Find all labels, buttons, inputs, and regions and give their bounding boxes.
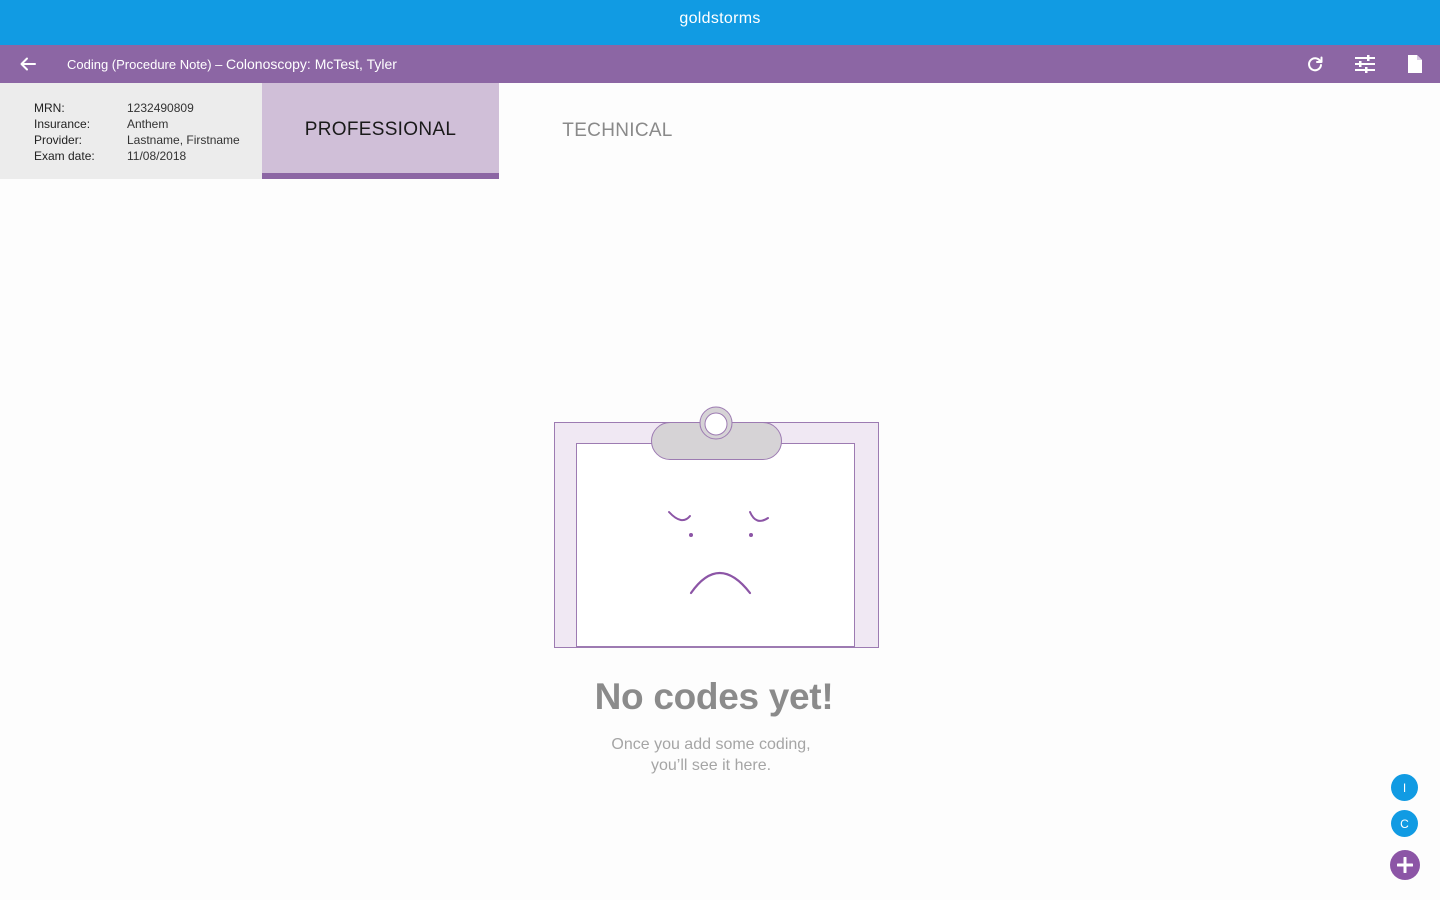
filter-button[interactable] — [1340, 45, 1390, 83]
document-icon — [1408, 55, 1422, 73]
fab-c-button[interactable]: C — [1391, 810, 1418, 837]
filter-sliders-icon — [1355, 55, 1375, 73]
tab-label: TECHNICAL — [562, 120, 673, 141]
info-label: Insurance: — [34, 117, 91, 131]
info-label: Provider: — [34, 133, 83, 147]
tab-technical[interactable]: TECHNICAL — [499, 83, 736, 179]
plus-icon — [1397, 857, 1413, 873]
fab-label: C — [1400, 816, 1409, 831]
back-arrow-icon — [20, 57, 36, 71]
tab-label: PROFESSIONAL — [304, 119, 457, 140]
app-title: goldstorms — [679, 9, 761, 27]
sad-clipboard-icon — [554, 406, 879, 648]
empty-state-subtitle: Once you add some coding, you’ll see it … — [0, 734, 1422, 776]
info-label: MRN: — [34, 101, 65, 115]
page-title-prefix: Coding (Procedure Note) – — [67, 57, 226, 72]
info-value: Anthem — [127, 117, 169, 131]
tab-professional[interactable]: PROFESSIONAL — [262, 83, 499, 179]
info-value: Lastname, Firstname — [127, 133, 240, 147]
fab-label: I — [1402, 780, 1407, 795]
patient-info-panel: MRN: 1232490809 Insurance: Anthem Provid… — [0, 83, 262, 179]
refresh-button[interactable] — [1290, 45, 1340, 83]
info-value: 1232490809 — [127, 101, 194, 115]
document-button[interactable] — [1390, 45, 1440, 83]
page-title-main: Colonoscopy: McTest, Tyler — [225, 56, 397, 72]
info-value: 11/08/2018 — [127, 149, 187, 163]
info-row-mrn: MRN: 1232490809 — [34, 100, 262, 116]
fab-i-button[interactable]: I — [1391, 774, 1418, 801]
empty-state-subtitle-line: you’ll see it here. — [650, 757, 772, 774]
page-title: Coding (Procedure Note) – Colonoscopy: M… — [67, 56, 397, 72]
back-button[interactable] — [0, 45, 55, 83]
empty-state-title: No codes yet! — [594, 676, 834, 717]
app-bar: goldstorms — [0, 0, 1440, 45]
info-row-provider: Provider: Lastname, Firstname — [34, 132, 262, 148]
info-row-insurance: Insurance: Anthem — [34, 116, 262, 132]
toolbar-actions — [1290, 45, 1440, 83]
info-label: Exam date: — [34, 149, 95, 163]
refresh-icon — [1308, 56, 1323, 72]
info-row-exam-date: Exam date: 11/08/2018 — [34, 148, 262, 164]
toolbar: Coding (Procedure Note) – Colonoscopy: M… — [0, 45, 1440, 83]
empty-state-subtitle-line: Once you add some coding, — [611, 736, 811, 753]
add-code-button[interactable] — [1390, 850, 1420, 880]
